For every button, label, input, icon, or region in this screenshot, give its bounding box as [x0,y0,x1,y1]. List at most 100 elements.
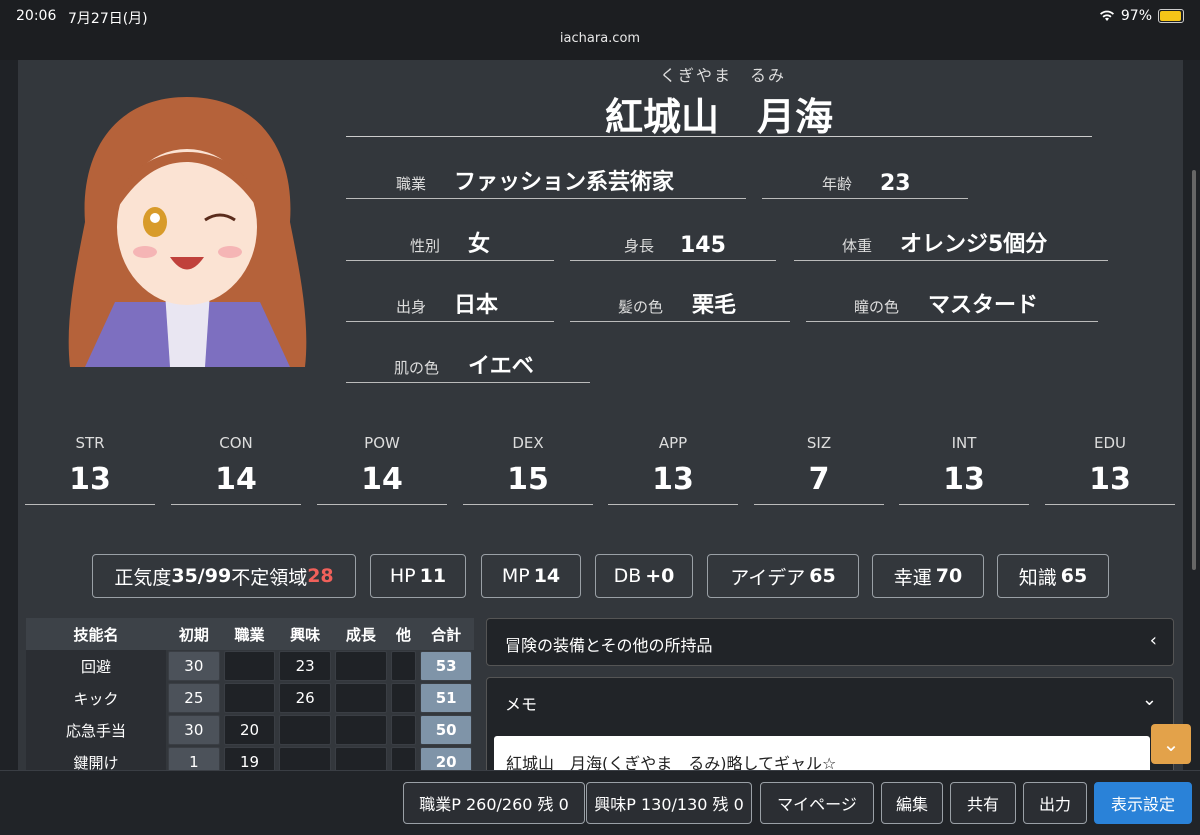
job-points-button[interactable]: 職業P 260/260 残 0 [403,782,585,824]
table-row: 応急手当 30 20 50 [26,714,474,746]
interest-points-button[interactable]: 興味P 130/130 残 0 [586,782,752,824]
pill-extra-value: 28 [307,565,334,587]
header-skill: 技能名 [26,618,166,650]
field-value: オレンジ5個分 [900,232,1048,257]
stat-con: CON 14 [171,432,301,505]
edit-button[interactable]: 編集 [881,782,943,824]
skill-interest[interactable]: 23 [279,651,332,681]
db-pill: DB +0 [595,554,693,598]
stat-name: EDU [1093,434,1126,452]
header-growth: 成長 [333,618,389,650]
stat-str: STR 13 [25,432,155,505]
skill-job[interactable] [223,683,276,713]
skill-growth[interactable] [335,651,387,681]
status-bar: 20:06 7月27日(月) 97% iachara.com [0,0,1200,60]
status-right: 97% [1099,8,1184,24]
field-value: 日本 [454,293,499,318]
display-settings-button[interactable]: 表示設定 [1094,782,1192,824]
chevron-down-icon: ⌄ [1141,689,1157,710]
stat-int: INT 13 [899,432,1029,505]
field-label: 出身 [396,298,427,316]
battery-percent: 97% [1120,8,1152,24]
equipment-section-header[interactable]: 冒険の装備とその他の所持品 ‹ [486,618,1174,666]
field-skin: 肌の色 イエベ [346,348,590,383]
pill-label: 正気度 [114,566,172,589]
header-initial: 初期 [166,618,222,650]
pill-value: 11 [419,565,447,587]
pill-value: +0 [645,565,675,587]
field-height: 身長 145 [570,226,776,261]
stat-name: CON [219,434,253,452]
field-label: 髪の色 [618,298,664,316]
pill-label: DB [613,565,642,587]
mypage-button[interactable]: マイページ [760,782,874,824]
skill-other[interactable] [390,683,417,713]
field-label: 身長 [624,237,655,255]
stat-value: 13 [1089,462,1131,497]
status-time: 20:06 [16,8,57,24]
field-value: イエベ [468,354,534,379]
table-row: 回避 30 23 53 [26,650,474,682]
skill-job[interactable]: 20 [223,715,276,745]
field-sex: 性別 女 [346,226,554,261]
hp-pill: HP 11 [370,554,466,598]
field-occupation: 職業 ファッション系芸術家 [346,164,746,199]
pill-extra-label: 不定領域 [231,566,308,589]
field-value: マスタード [928,293,1039,318]
skill-interest[interactable] [279,715,332,745]
pill-label: HP [389,565,416,587]
stat-value: 13 [652,462,694,497]
skill-total: 53 [420,651,472,681]
skill-initial: 30 [168,715,220,745]
stat-app: APP 13 [608,432,738,505]
field-value: 23 [880,171,911,196]
skill-growth[interactable] [335,683,387,713]
skill-name: 応急手当 [26,714,166,746]
pill-value: 35/99 [171,565,232,587]
pill-label: 知識 [1018,566,1057,589]
pill-value: 65 [1060,565,1088,587]
skill-interest[interactable]: 26 [279,683,332,713]
chevron-down-icon: ⌄ [1162,732,1180,756]
battery-fill [1160,11,1182,21]
share-button[interactable]: 共有 [950,782,1016,824]
skill-other[interactable] [390,651,417,681]
skill-total: 50 [420,715,472,745]
stat-value: 15 [507,462,549,497]
stat-name: INT [951,434,977,452]
header-total: 合計 [418,618,474,650]
character-portrait [68,97,307,367]
mp-pill: MP 14 [481,554,581,598]
pill-value: 65 [809,565,836,587]
field-value: ファッション系芸術家 [454,170,675,195]
stat-name: SIZ [806,434,832,452]
stat-value: 7 [808,462,830,497]
scroll-top-button[interactable]: ⌄ [1151,724,1191,764]
skill-other[interactable] [390,715,417,745]
field-label: 肌の色 [394,359,440,377]
idea-pill: アイデア 65 [707,554,859,598]
name-ruby: くぎやま るみ [660,66,787,85]
url-bar[interactable]: iachara.com [0,31,1200,46]
battery-icon [1158,9,1184,23]
stat-name: APP [658,434,688,452]
field-birthplace: 出身 日本 [346,287,554,322]
skill-header-row: 技能名 初期 職業 興味 成長 他 合計 [26,618,474,650]
stat-value: 14 [361,462,403,497]
name-underline [346,136,1092,137]
output-button[interactable]: 出力 [1023,782,1087,824]
stat-edu: EDU 13 [1045,432,1175,505]
field-label: 職業 [396,175,427,193]
page-scrollbar[interactable] [1192,170,1196,570]
stat-siz: SIZ 7 [754,432,884,505]
field-value: 栗毛 [692,293,737,318]
header-job: 職業 [221,618,278,650]
chevron-left-icon: ‹ [1149,630,1157,651]
wifi-icon [1099,10,1114,21]
skill-growth[interactable] [335,715,387,745]
header-interest: 興味 [277,618,334,650]
table-row: キック 25 26 51 [26,682,474,714]
field-value: 女 [468,232,491,257]
stat-dex: DEX 15 [463,432,593,505]
skill-job[interactable] [223,651,276,681]
